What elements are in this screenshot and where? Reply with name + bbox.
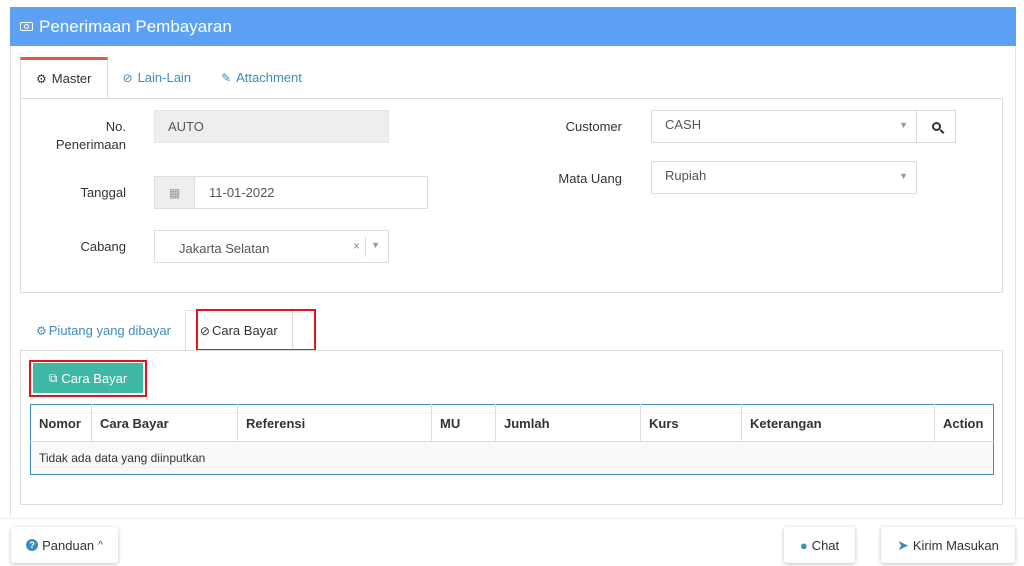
customer-search-button[interactable]: [916, 110, 956, 143]
chevron-down-icon[interactable]: ▼: [899, 120, 908, 130]
customer-select[interactable]: CASH ▼: [651, 110, 917, 143]
tab-lain-lain[interactable]: ⊘ Lain-Lain: [108, 57, 207, 98]
column-header[interactable]: Action: [934, 404, 994, 442]
cabang-label: Cabang: [80, 239, 126, 254]
column-header[interactable]: Nomor: [30, 404, 92, 442]
tab-piutang-yang-dibayar[interactable]: ⚙ Piutang yang dibayar: [22, 310, 185, 351]
money-icon: [20, 22, 33, 31]
tanggal-input[interactable]: ▦ 11-01-2022: [154, 176, 428, 209]
check-circle-icon: ⊘: [122, 70, 133, 85]
cabang-select[interactable]: Jakarta Selatan × ▼: [154, 230, 389, 263]
calendar-icon[interactable]: ▦: [155, 177, 195, 208]
customer-label: Customer: [565, 119, 622, 134]
column-header[interactable]: MU: [431, 404, 496, 442]
highlight-box: [29, 360, 147, 397]
column-header[interactable]: Cara Bayar: [91, 404, 238, 442]
mata-uang-select[interactable]: Rupiah ▼: [651, 161, 917, 194]
column-header[interactable]: Kurs: [640, 404, 742, 442]
select-divider: [365, 237, 366, 257]
column-header[interactable]: Keterangan: [741, 404, 935, 442]
tab-attachment[interactable]: ✎ Attachment: [206, 57, 317, 98]
master-tabs: ⚙ Master ⊘ Lain-Lain ✎ Attachment: [20, 57, 317, 98]
chevron-down-icon[interactable]: ▼: [899, 171, 908, 181]
page-title: Penerimaan Pembayaran: [39, 16, 232, 36]
chevron-up-icon: ^: [98, 539, 103, 551]
paperclip-icon: ✎: [221, 70, 232, 85]
help-icon: ?: [26, 539, 39, 551]
column-header[interactable]: Referensi: [237, 404, 432, 442]
cogs-icon: ⚙: [36, 71, 47, 86]
panel-header: Penerimaan Pembayaran: [10, 7, 1016, 46]
cara-bayar-table: Nomor Cara Bayar Referensi MU Jumlah Kur…: [30, 404, 994, 475]
tanggal-label: Tanggal: [80, 185, 126, 200]
tab-master[interactable]: ⚙ Master: [20, 57, 108, 98]
chat-button[interactable]: ● Chat: [784, 527, 855, 563]
footer-divider: [0, 518, 1024, 519]
chevron-down-icon[interactable]: ▼: [371, 240, 380, 250]
chat-icon: ●: [799, 537, 808, 553]
search-icon: [931, 122, 941, 131]
table-row: Tidak ada data yang diinputkan: [30, 441, 994, 475]
clear-icon[interactable]: ×: [353, 239, 360, 253]
no-penerimaan-field: AUTO: [154, 110, 389, 143]
paper-plane-icon: ➤: [897, 536, 909, 553]
empty-table-message: Tidak ada data yang diinputkan: [30, 441, 994, 475]
column-header[interactable]: Jumlah: [495, 404, 641, 442]
table-header-row: Nomor Cara Bayar Referensi MU Jumlah Kur…: [30, 404, 994, 442]
mata-uang-label: Mata Uang: [558, 171, 622, 186]
panduan-button[interactable]: ? Panduan ^: [11, 527, 118, 563]
highlight-box: [196, 309, 316, 351]
cogs-icon: ⚙: [36, 323, 47, 338]
kirim-masukan-button[interactable]: ➤ Kirim Masukan: [881, 527, 1015, 563]
no-penerimaan-label: No. Penerimaan: [55, 119, 126, 152]
